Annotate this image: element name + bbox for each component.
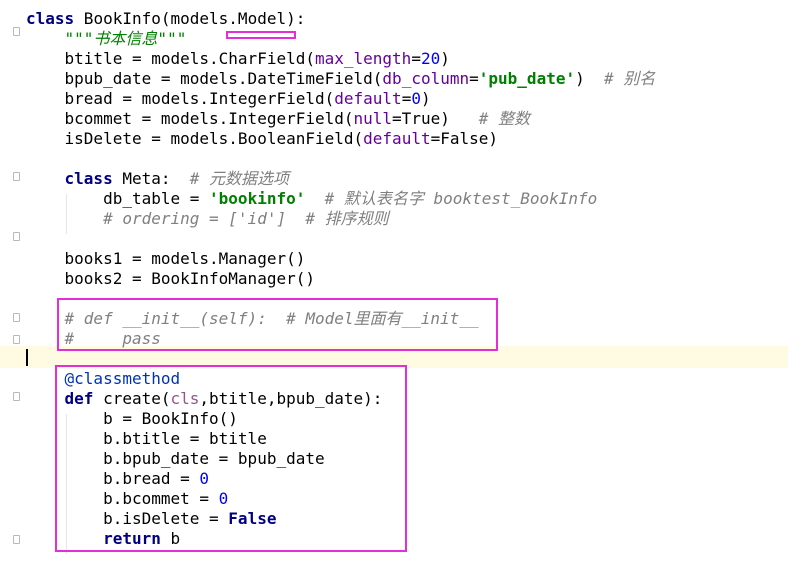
code-token: db_table = xyxy=(26,189,210,208)
code-line[interactable]: class Meta: # 元数据选项 xyxy=(26,169,290,189)
code-line[interactable]: bcommet = models.IntegerField(null=True)… xyxy=(26,109,531,129)
code-token: BookInfo(models.Model): xyxy=(74,9,306,28)
fold-marker-icon[interactable] xyxy=(13,335,20,344)
code-token: # 别名 xyxy=(604,69,656,88)
init-comment-highlight-box xyxy=(57,298,498,351)
code-token: = xyxy=(401,89,412,108)
code-token: books2 = BookInfoManager() xyxy=(26,269,315,288)
code-token: 20 xyxy=(420,49,441,68)
code-line[interactable]: books1 = models.Manager() xyxy=(26,249,306,269)
code-token: = xyxy=(469,69,479,88)
code-token: default xyxy=(334,89,402,108)
classmethod-highlight-box xyxy=(55,365,407,552)
code-token: =True) xyxy=(392,109,479,128)
code-token: # 默认表名字 booktest_BookInfo xyxy=(324,189,598,208)
code-token: max_length xyxy=(314,49,412,68)
code-line[interactable]: btitle = models.CharField(max_length=20) xyxy=(26,49,450,69)
code-line[interactable]: bpub_date = models.DateTimeField(db_colu… xyxy=(26,69,656,89)
code-token: = xyxy=(411,49,421,68)
fold-marker-icon[interactable] xyxy=(13,172,20,181)
code-line[interactable]: """书本信息""" xyxy=(26,29,187,49)
code-token: class xyxy=(26,9,75,28)
code-token: """书本信息""" xyxy=(64,29,187,48)
code-token: bcommet = models.IntegerField( xyxy=(26,109,354,128)
code-token: 'pub_date' xyxy=(478,69,576,88)
code-line[interactable]: bread = models.IntegerField(default=0) xyxy=(26,89,431,109)
code-token: db_column xyxy=(382,69,470,88)
code-token: # ordering = ['id'] # 排序规则 xyxy=(103,209,389,228)
code-token: =False) xyxy=(430,129,499,148)
code-token: bpub_date = models.DateTimeField( xyxy=(26,69,383,88)
code-token: books1 = models.Manager() xyxy=(26,249,306,268)
code-line[interactable]: books2 = BookInfoManager() xyxy=(26,269,315,289)
text-caret xyxy=(26,349,28,366)
code-token: ) xyxy=(575,69,604,88)
code-line[interactable]: class BookInfo(models.Model): xyxy=(26,9,305,29)
code-token: bread = models.IntegerField( xyxy=(26,89,335,108)
code-token: ) xyxy=(420,89,431,108)
code-token: isDelete = models.BooleanField( xyxy=(26,129,364,148)
code-token: Meta: xyxy=(112,169,190,188)
editor-gutter xyxy=(0,0,26,561)
code-token: null xyxy=(353,109,393,128)
model-highlight-underline xyxy=(226,31,296,39)
code-line[interactable]: isDelete = models.BooleanField(default=F… xyxy=(26,129,499,149)
fold-marker-icon[interactable] xyxy=(13,535,20,544)
code-token: btitle = models.CharField( xyxy=(26,49,315,68)
code-line[interactable]: # ordering = ['id'] # 排序规则 xyxy=(26,209,389,229)
code-token: # 整数 xyxy=(478,109,531,128)
code-token: default xyxy=(363,129,431,148)
code-token: # 元数据选项 xyxy=(189,169,290,188)
fold-marker-icon[interactable] xyxy=(13,392,20,401)
code-token: ) xyxy=(440,49,450,68)
code-line[interactable]: db_table = 'bookinfo' # 默认表名字 booktest_B… xyxy=(26,189,597,209)
code-token: class xyxy=(64,169,113,188)
code-token: 0 xyxy=(411,89,421,108)
fold-marker-icon[interactable] xyxy=(13,27,20,36)
fold-marker-icon[interactable] xyxy=(13,313,20,322)
fold-marker-icon[interactable] xyxy=(13,232,20,241)
code-token: 'bookinfo' xyxy=(209,189,306,208)
